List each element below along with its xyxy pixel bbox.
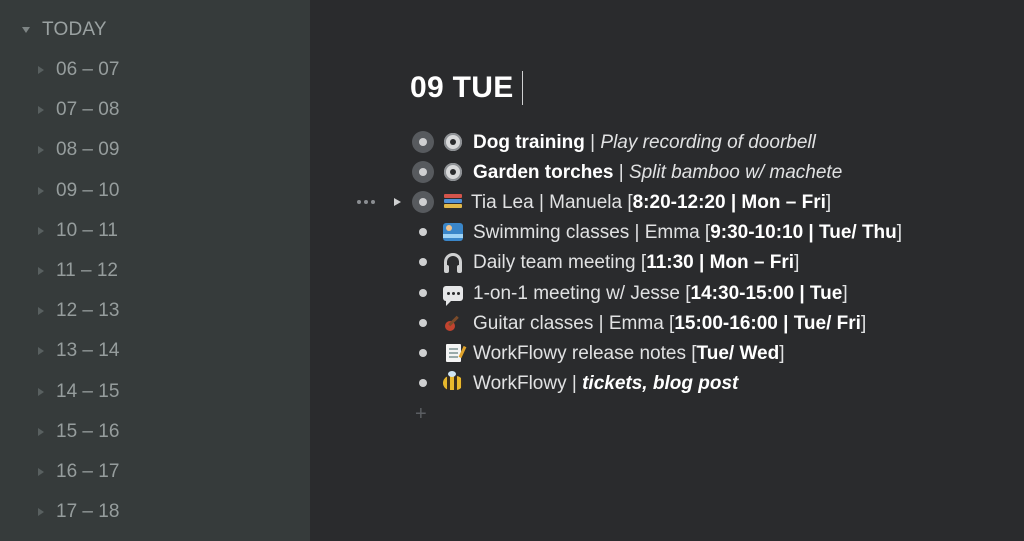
books-icon xyxy=(442,191,464,213)
sidebar-item-11-12[interactable]: 11 – 12 xyxy=(38,260,118,282)
list-item-text[interactable]: WorkFlowy | tickets, blog post xyxy=(473,373,738,395)
speech-bubble-icon xyxy=(442,282,464,306)
bullet[interactable] xyxy=(411,340,435,366)
expand-arrow-icon[interactable] xyxy=(394,198,401,206)
caret-right-icon xyxy=(38,227,44,235)
sidebar-item-label: 13 – 14 xyxy=(56,340,120,361)
list-item: Dog training | Play recording of doorbel… xyxy=(310,129,1024,155)
sidebar-item-16-17[interactable]: 16 – 17 xyxy=(38,461,119,483)
gear-icon xyxy=(442,161,464,183)
bullet[interactable] xyxy=(411,219,435,245)
sidebar-item-label: 09 – 10 xyxy=(56,180,120,201)
sidebar-item-label: 12 – 13 xyxy=(56,300,120,321)
sidebar-item-label: 10 – 11 xyxy=(56,220,118,241)
sidebar-item-10-11[interactable]: 10 – 11 xyxy=(38,220,118,242)
sidebar-item-06-07[interactable]: 06 – 07 xyxy=(38,59,119,81)
bullet-collapsed[interactable] xyxy=(411,129,435,155)
sidebar-item-09-10[interactable]: 09 – 10 xyxy=(38,180,119,202)
sidebar-item-13-14[interactable]: 13 – 14 xyxy=(38,340,119,362)
caret-right-icon xyxy=(38,106,44,114)
caret-right-icon xyxy=(38,146,44,154)
list-item: 1-on-1 meeting w/ Jesse [14:30-15:00 | T… xyxy=(310,280,1024,306)
main-content: 09 TUE Dog training | Play recording of … xyxy=(310,0,1024,541)
bee-icon xyxy=(442,371,464,394)
list-item: Garden torches | Split bamboo w/ machete xyxy=(310,159,1024,185)
caret-right-icon xyxy=(38,468,44,476)
list-item-text[interactable]: Swimming classes | Emma [9:30-10:10 | Tu… xyxy=(473,222,902,244)
sidebar-item-label: 11 – 12 xyxy=(56,260,118,281)
text-cursor xyxy=(521,71,523,105)
list-item: WorkFlowy | tickets, blog post xyxy=(310,370,1024,396)
sidebar: TODAY 06 – 07 07 – 08 08 – 09 09 – 10 10… xyxy=(0,0,310,541)
bullet-collapsed[interactable] xyxy=(411,159,435,185)
swimmer-icon xyxy=(442,221,464,243)
list-item-text[interactable]: Guitar classes | Emma [15:00-16:00 | Tue… xyxy=(473,313,866,335)
caret-right-icon xyxy=(38,347,44,355)
list-item: Guitar classes | Emma [15:00-16:00 | Tue… xyxy=(310,310,1024,336)
sidebar-item-label: 06 – 07 xyxy=(56,59,120,80)
bullet[interactable] xyxy=(411,310,435,336)
list-item-text[interactable]: WorkFlowy release notes [Tue/ Wed] xyxy=(473,343,785,365)
list-item: Daily team meeting [11:30 | Mon – Fri] xyxy=(310,249,1024,275)
caret-down-icon xyxy=(22,27,30,33)
caret-right-icon xyxy=(38,388,44,396)
sidebar-item-14-15[interactable]: 14 – 15 xyxy=(38,381,119,403)
list-item-text[interactable]: 1-on-1 meeting w/ Jesse [14:30-15:00 | T… xyxy=(473,283,848,305)
sidebar-item-08-09[interactable]: 08 – 09 xyxy=(38,139,119,161)
caret-right-icon xyxy=(38,187,44,195)
sidebar-item-17-18[interactable]: 17 – 18 xyxy=(38,501,119,523)
caret-right-icon xyxy=(38,508,44,516)
list-item: Swimming classes | Emma [9:30-10:10 | Tu… xyxy=(310,219,1024,245)
bullet[interactable] xyxy=(411,249,435,275)
guitar-icon xyxy=(442,312,464,334)
sidebar-item-15-16[interactable]: 15 – 16 xyxy=(38,421,119,443)
gear-icon xyxy=(442,131,464,153)
page-title[interactable]: 09 TUE xyxy=(410,71,523,105)
memo-icon xyxy=(442,342,464,364)
page-title-text: 09 TUE xyxy=(410,71,514,104)
caret-right-icon xyxy=(38,267,44,275)
list-item-text[interactable]: Dog training | Play recording of doorbel… xyxy=(473,132,816,154)
add-item-button[interactable]: + xyxy=(415,403,427,426)
sidebar-item-07-08[interactable]: 07 – 08 xyxy=(38,99,119,121)
list-item: WorkFlowy release notes [Tue/ Wed] xyxy=(310,340,1024,366)
sidebar-item-label: 16 – 17 xyxy=(56,461,120,482)
bullet-collapsed[interactable] xyxy=(411,189,435,215)
list-item-text[interactable]: Daily team meeting [11:30 | Mon – Fri] xyxy=(473,252,799,274)
caret-right-icon xyxy=(38,66,44,74)
sidebar-item-label: 14 – 15 xyxy=(56,381,120,402)
sidebar-item-label: 17 – 18 xyxy=(56,501,120,522)
headphones-icon xyxy=(442,251,464,273)
sidebar-item-label: 07 – 08 xyxy=(56,99,120,120)
more-options-icon[interactable] xyxy=(357,189,375,215)
list-item: Tia Lea | Manuela [8:20-12:20 | Mon – Fr… xyxy=(310,189,1024,215)
sidebar-item-label: 15 – 16 xyxy=(56,421,120,442)
bullet[interactable] xyxy=(411,370,435,396)
bullet[interactable] xyxy=(411,280,435,306)
caret-right-icon xyxy=(38,428,44,436)
sidebar-header-label: TODAY xyxy=(42,19,107,40)
sidebar-header-today[interactable]: TODAY xyxy=(22,19,107,41)
sidebar-item-12-13[interactable]: 12 – 13 xyxy=(38,300,119,322)
sidebar-item-label: 08 – 09 xyxy=(56,139,120,160)
list-item-text[interactable]: Tia Lea | Manuela [8:20-12:20 | Mon – Fr… xyxy=(471,192,831,214)
caret-right-icon xyxy=(38,307,44,315)
list-item-text[interactable]: Garden torches | Split bamboo w/ machete xyxy=(473,162,842,184)
